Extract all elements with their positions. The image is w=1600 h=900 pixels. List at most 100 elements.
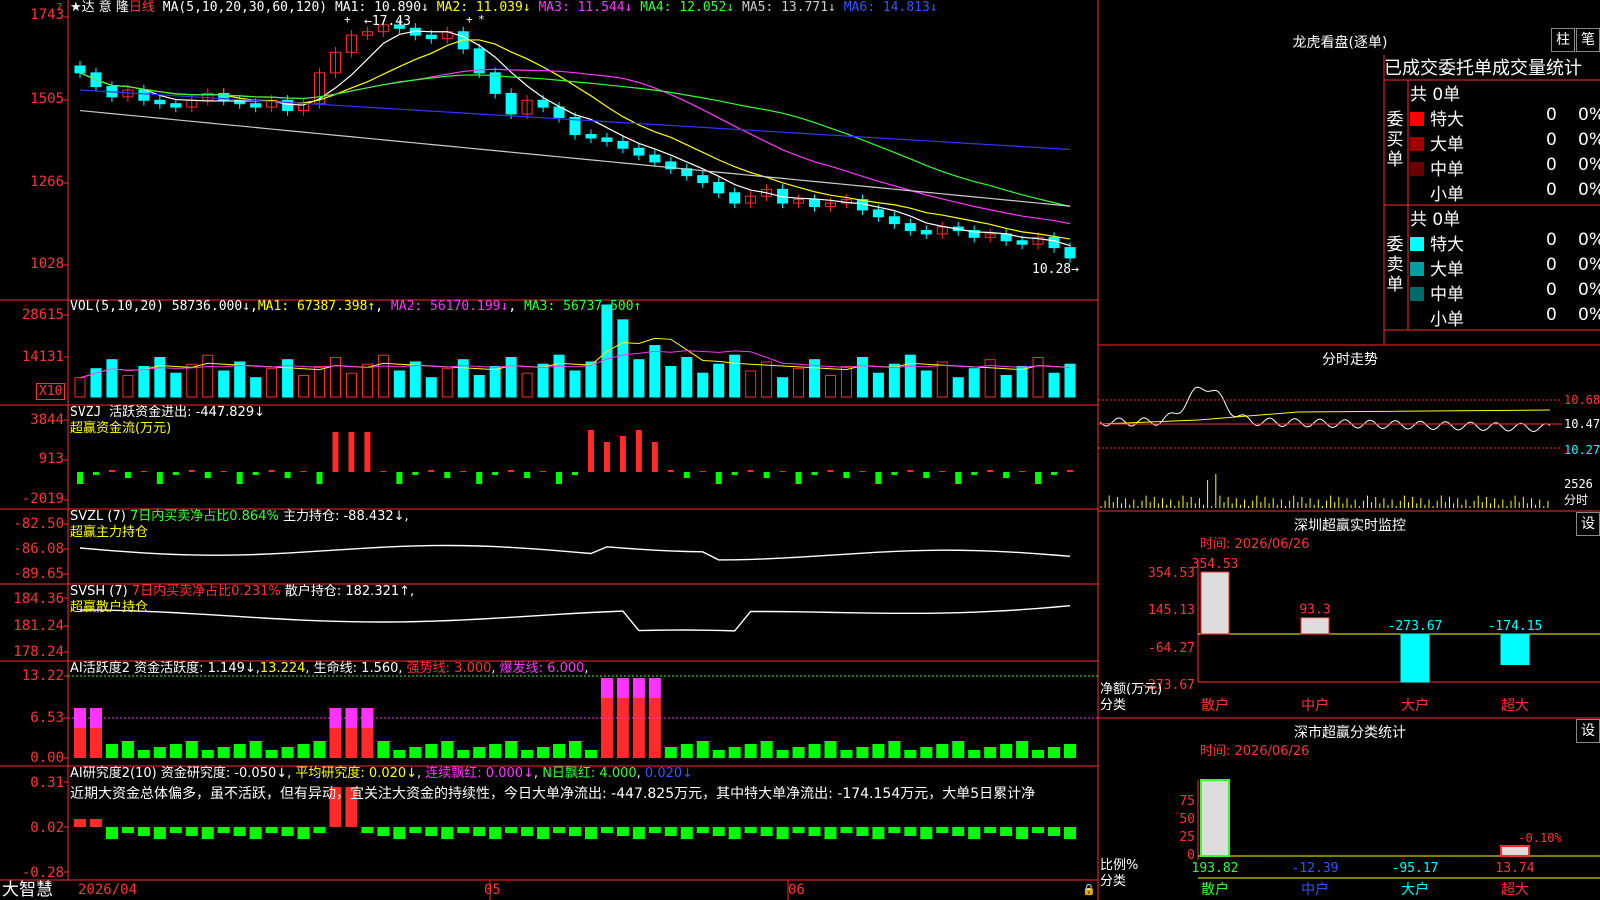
- svzj-bar: [412, 472, 419, 475]
- vol-unit-button[interactable]: X10: [36, 383, 66, 400]
- svzj-bar: [955, 472, 962, 484]
- ai-research-bar: [920, 827, 933, 839]
- svzj-bar: [77, 472, 83, 484]
- candle-body: [585, 134, 597, 139]
- ai-research-legend: AI研究度2(10) 资金研究度: -0.050↓, 平均研究度: 0.020↓…: [70, 766, 694, 781]
- x-label-1: 05: [484, 882, 501, 898]
- volume-bar: [1000, 374, 1012, 398]
- stock-title[interactable]: ★达 意 隆: [70, 0, 129, 15]
- volume-bar: [329, 356, 341, 398]
- svzj-bar: [172, 472, 179, 475]
- ai-research-bar: [808, 827, 821, 836]
- volume-bar: [314, 365, 326, 398]
- candle-body: [920, 229, 932, 235]
- classify-settings-button[interactable]: 设: [1576, 719, 1600, 743]
- ai-research-bar: [744, 827, 757, 833]
- svzj-bar: [316, 472, 323, 484]
- svzj-bar: [524, 472, 531, 478]
- vol-indicator-name: VOL(5,10,20): [70, 299, 164, 314]
- svzl-y-label-0: -82.50: [13, 516, 64, 532]
- sell-swatch: [1410, 287, 1424, 301]
- volume-bar: [665, 365, 677, 398]
- ai-commentary: 近期大资金总体偏多，虽不活跃，但有异动，宜关注大资金的持续性，今日大单净流出: …: [70, 786, 1036, 802]
- ai-research-bar: [249, 827, 262, 839]
- intraday-price-line: [1099, 386, 1551, 432]
- ai-active-bar: [505, 741, 518, 758]
- ai-research-bar: [776, 827, 789, 839]
- ai-research-y-label-0: 0.31: [30, 775, 64, 791]
- lhb-title: 龙虎看盘(逐单): [1292, 35, 1388, 51]
- ai-research-bar: [521, 827, 534, 836]
- svzj-bar: [1003, 472, 1010, 478]
- volume-bar: [553, 354, 565, 398]
- ai-research-bar: [664, 827, 677, 836]
- ai-research-bar: [712, 827, 725, 836]
- ai-active-bar-top: [616, 678, 629, 698]
- ai-research-bar: [137, 827, 150, 836]
- ai-strong-line: 强势线: 3.000: [406, 661, 492, 676]
- ai-research-bar: [792, 827, 805, 833]
- volume-bar: [489, 365, 501, 398]
- tick-mode-button[interactable]: 笔: [1576, 28, 1600, 52]
- svzj-bar: [460, 471, 467, 472]
- svzj-bar: [1067, 470, 1073, 472]
- ai-active-bar: [1000, 744, 1013, 758]
- volume-bar: [745, 370, 757, 398]
- ma-line-20: [79, 68, 1071, 225]
- volume-bar: [409, 361, 421, 398]
- buy-label: 小单: [1430, 185, 1464, 205]
- ai-active-bar: [744, 744, 757, 758]
- volume-bar: [904, 354, 916, 398]
- buy-row-0: 特大 0 0%: [1410, 105, 1600, 130]
- volume-bar: [952, 377, 964, 398]
- buy-label: 特大: [1430, 110, 1464, 130]
- svzj-value: 活跃资金进出: -447.829↓: [109, 405, 265, 420]
- ai-active-bar: [904, 750, 917, 758]
- volume-bar: [633, 359, 645, 398]
- ai-research-bar: [441, 827, 454, 839]
- question-icon[interactable]: ?: [56, 0, 63, 16]
- bar-mode-button[interactable]: 柱: [1551, 28, 1575, 52]
- ai-research-bar: [537, 827, 550, 839]
- monitor-category: 中户: [1301, 697, 1329, 714]
- candle-body: [74, 65, 86, 74]
- ma4-value: MA4: 12.052↓: [640, 0, 735, 15]
- candle-body: [809, 199, 821, 207]
- main-chart[interactable]: 354.53 145.13 -64.27 -273.67 354.53 散户 93.3 中户 -…: [0, 0, 1600, 900]
- svzl-y-label-1: -86.08: [13, 541, 64, 557]
- svzj-bar: [891, 472, 898, 475]
- period-label[interactable]: 日线: [129, 0, 155, 15]
- monitor-y-label: 145.13: [1148, 603, 1195, 618]
- svzj-bar: [715, 472, 722, 484]
- svzj-bar: [843, 472, 850, 478]
- svzj-bar: [380, 471, 387, 472]
- ma-indicator-name: MA(5,10,20,30,60,120): [162, 0, 328, 15]
- volume-bar: [968, 368, 980, 398]
- ai-active-bar: [856, 747, 869, 758]
- ai-active-bar: [121, 741, 134, 758]
- volume-bar: [761, 361, 773, 398]
- ai-research-bar: [425, 827, 438, 836]
- sell-count: 0: [1546, 255, 1557, 275]
- buy-pct: 0%: [1578, 105, 1600, 125]
- svzl-holding: 主力持仓: -88.432↓,: [282, 509, 409, 524]
- lock-icon[interactable]: 🔒: [1082, 882, 1096, 898]
- volume-bar: [713, 363, 725, 398]
- candle-body: [633, 147, 645, 156]
- monitor-y-label: 354.53: [1148, 566, 1195, 581]
- svzj-bar: [875, 472, 882, 484]
- ai-active-bar: [920, 747, 933, 758]
- ai-research-bar: [600, 827, 613, 833]
- ai-research-bar: [217, 827, 230, 833]
- candle-body: [138, 89, 150, 101]
- ai-active-bar: [616, 698, 629, 758]
- candle-body: [170, 103, 182, 108]
- ai-active-bar: [984, 747, 997, 758]
- intraday-y-label-1: 10.47: [1564, 417, 1600, 431]
- monitor-settings-button[interactable]: 设: [1576, 512, 1600, 536]
- svzj-y-label-2: -2019: [21, 491, 64, 507]
- sell-pct: 0%: [1578, 280, 1600, 300]
- svzj-bar: [603, 442, 610, 472]
- svzj-bar: [987, 470, 994, 472]
- candle-body: [904, 223, 916, 231]
